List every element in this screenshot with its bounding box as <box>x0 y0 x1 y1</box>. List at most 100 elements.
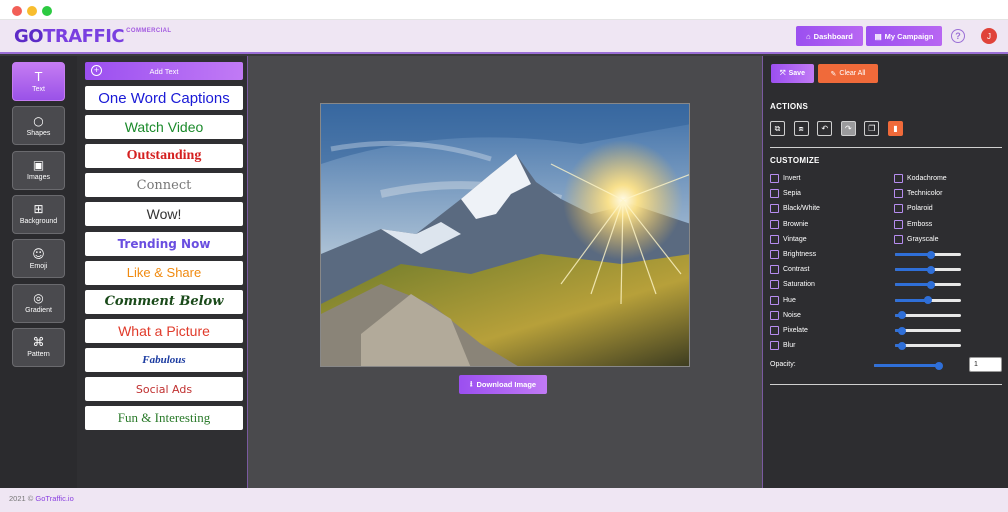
checkbox[interactable] <box>770 295 779 305</box>
checkbox[interactable] <box>894 204 903 214</box>
text-style-12[interactable]: Fun & Interesting <box>85 406 243 431</box>
text-style-6[interactable]: Trending Now <box>85 231 243 256</box>
filter-pixelate[interactable]: Pixelate <box>770 326 808 335</box>
text-style-7[interactable]: Like & Share <box>85 260 243 285</box>
filter-kodachrome[interactable]: Kodachrome <box>894 174 947 183</box>
logo-wordmark: GOTRAFFIC <box>14 26 125 47</box>
text-style-10[interactable]: Fabulous <box>85 347 243 372</box>
filter-sepia[interactable]: Sepia <box>770 189 801 199</box>
minimize-window-button[interactable] <box>27 6 37 16</box>
tool-images[interactable]: ▣ Images <box>12 150 65 190</box>
text-style-1[interactable]: One Word Captions <box>85 86 243 110</box>
slider-handle[interactable] <box>897 311 906 320</box>
filter-invert[interactable]: Invert <box>770 174 801 183</box>
add-text-button[interactable]: + Add Text <box>85 62 243 80</box>
redo-icon[interactable]: ↷ <box>840 121 856 136</box>
close-window-button[interactable] <box>12 6 22 16</box>
text-style-2[interactable]: Watch Video <box>85 115 243 140</box>
filter-brownie[interactable]: Brownie <box>770 219 808 229</box>
delete-icon[interactable]: ▮ <box>888 121 903 136</box>
text-style-8[interactable]: Comment Below <box>85 289 243 314</box>
checkbox[interactable] <box>770 234 779 244</box>
checkbox-label: Invert <box>783 175 801 182</box>
slider-handle[interactable] <box>927 280 936 289</box>
hue-slider[interactable] <box>895 296 961 305</box>
checkbox[interactable] <box>894 234 903 244</box>
tool-label: Background <box>19 218 58 226</box>
brightness-slider[interactable] <box>895 250 961 259</box>
filter-emboss[interactable]: Emboss <box>894 219 933 229</box>
filter-brightness[interactable]: Brightness <box>770 250 816 259</box>
help-icon[interactable]: ? <box>951 29 965 43</box>
user-avatar[interactable]: J <box>981 28 997 44</box>
noise-slider[interactable] <box>895 311 961 320</box>
filter-black-white[interactable]: Black/White <box>770 204 820 214</box>
filter-blur[interactable]: Blur <box>770 341 795 351</box>
checkbox[interactable] <box>770 204 779 214</box>
opacity-input[interactable]: 1 <box>969 357 1002 372</box>
dashboard-button[interactable]: ⌂ Dashboard <box>796 26 863 46</box>
checkbox[interactable] <box>770 174 779 183</box>
contrast-slider[interactable] <box>895 265 961 274</box>
tool-text[interactable]: T Text <box>12 62 65 101</box>
filter-vintage[interactable]: Vintage <box>770 234 807 244</box>
filter-contrast[interactable]: Contrast <box>770 265 809 275</box>
checkbox[interactable] <box>770 310 779 320</box>
pixelate-slider[interactable] <box>895 326 961 335</box>
gradient-icon: ◎ <box>33 291 44 305</box>
gotraffic-logo[interactable]: GOTRAFFIC COMMERCIAL <box>14 25 172 49</box>
checkbox[interactable] <box>770 189 779 199</box>
my-campaign-button[interactable]: ▤ My Campaign <box>866 26 942 46</box>
checkbox[interactable] <box>770 250 779 259</box>
text-style-3[interactable]: Outstanding <box>85 144 243 169</box>
window-titlebar <box>0 0 1008 20</box>
checkbox[interactable] <box>894 174 903 183</box>
mountain-sunset-image[interactable] <box>320 103 690 367</box>
maximize-window-button[interactable] <box>42 6 52 16</box>
download-image-button[interactable]: ⭳ Download Image <box>459 375 547 394</box>
checkbox[interactable] <box>770 219 779 229</box>
slider-handle[interactable] <box>927 265 936 274</box>
checkbox[interactable] <box>770 326 779 335</box>
undo-icon[interactable]: ↶ <box>817 121 833 136</box>
campaign-icon: ▤ <box>874 31 882 41</box>
slider-handle[interactable] <box>897 341 906 350</box>
filter-grayscale[interactable]: Grayscale <box>894 234 939 244</box>
tool-shapes[interactable]: ○ Shapes <box>12 106 65 146</box>
copy-icon[interactable]: ⧉ <box>770 121 785 136</box>
tool-emoji[interactable]: ☺ Emoji <box>12 239 65 279</box>
checkbox[interactable] <box>770 341 779 351</box>
tool-pattern[interactable]: ⌘ Pattern <box>12 327 65 367</box>
text-style-4[interactable]: Connect <box>85 173 243 198</box>
checkbox[interactable] <box>770 265 779 275</box>
slider-handle[interactable] <box>934 361 943 370</box>
tool-gradient[interactable]: ◎ Gradient <box>12 283 65 323</box>
text-style-5[interactable]: Wow! <box>85 202 243 227</box>
text-style-9[interactable]: What a Picture <box>85 318 243 343</box>
slider-handle[interactable] <box>897 326 906 335</box>
slider-handle[interactable] <box>924 296 932 305</box>
saturation-slider[interactable] <box>895 280 961 289</box>
opacity-slider[interactable] <box>874 361 943 370</box>
checkbox[interactable] <box>770 280 779 290</box>
editor-canvas-area: ⭳ Download Image <box>248 56 762 488</box>
background-icon: ⊞ <box>33 202 44 217</box>
checkbox-label: Emboss <box>907 220 933 228</box>
paste-icon[interactable]: ⧈ <box>793 121 809 136</box>
filter-noise[interactable]: Noise <box>770 310 801 320</box>
text-style-11[interactable]: Social Ads <box>85 377 243 401</box>
filter-polaroid[interactable]: Polaroid <box>894 204 933 214</box>
checkbox-label: Technicolor <box>907 190 943 198</box>
tool-background[interactable]: ⊞ Background <box>12 194 65 234</box>
duplicate-icon[interactable]: ❐ <box>864 121 880 136</box>
slider-handle[interactable] <box>927 250 936 259</box>
checkbox[interactable] <box>894 219 903 229</box>
filter-hue[interactable]: Hue <box>770 295 796 305</box>
checkbox[interactable] <box>894 189 903 199</box>
clear-all-button[interactable]: ✎ Clear All <box>818 64 878 83</box>
footer-brand-link[interactable]: GoTraffic.io <box>35 494 73 503</box>
filter-saturation[interactable]: Saturation <box>770 280 815 290</box>
filter-technicolor[interactable]: Technicolor <box>894 189 943 199</box>
save-button[interactable]: ⤧ Save <box>771 64 814 83</box>
blur-slider[interactable] <box>895 341 961 350</box>
